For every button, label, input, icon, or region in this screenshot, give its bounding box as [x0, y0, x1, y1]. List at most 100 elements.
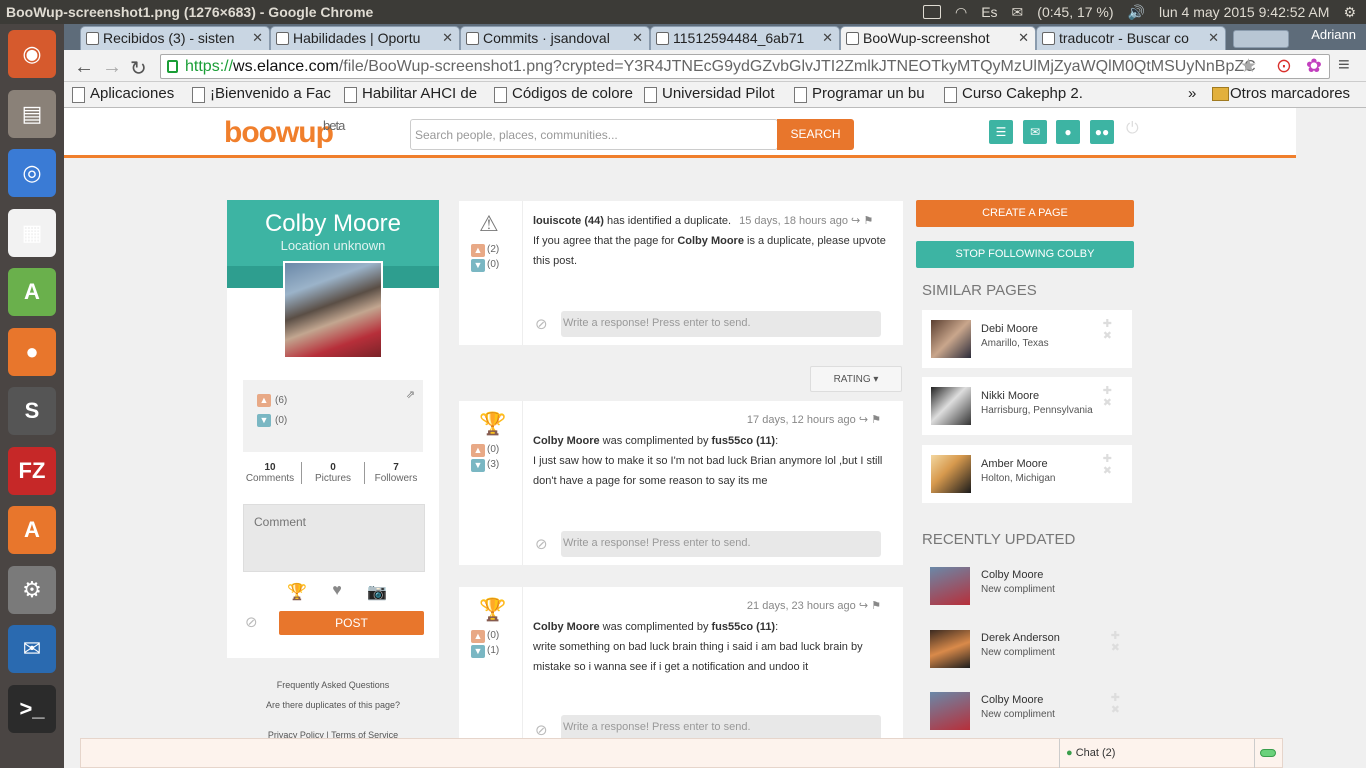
external-link-icon[interactable]: ⇗	[406, 388, 415, 401]
share-icon[interactable]: ↪	[859, 600, 868, 612]
list-icon[interactable]: ☰	[989, 120, 1013, 144]
close-icon[interactable]: ✕	[1208, 30, 1219, 46]
stat-followers[interactable]: 7 Followers	[365, 462, 427, 484]
tab-commits[interactable]: Commits · jsandoval ✕	[460, 26, 650, 50]
stat-pictures[interactable]: 0 Pictures	[302, 462, 365, 484]
similar-page-item[interactable]: Nikki Moore Harrisburg, Pennsylvania ✚ ✖	[922, 377, 1132, 435]
keyboard-layout-indicator[interactable]: Es	[981, 4, 997, 20]
similar-page-item[interactable]: Debi Moore Amarillo, Texas ✚ ✖	[922, 310, 1132, 368]
response-input[interactable]: Write a response! Press enter to send.	[561, 531, 881, 557]
camera-icon[interactable]: 📷	[367, 582, 387, 602]
add-remove-icon[interactable]: ✚ ✖	[1103, 385, 1112, 409]
apps-icon[interactable]: ▦	[8, 208, 56, 257]
android-studio-icon[interactable]: A	[8, 268, 56, 316]
bookmark-item[interactable]: Curso Cakephp 2.	[944, 85, 1083, 103]
upvote-icon[interactable]: ▲	[257, 394, 271, 407]
wifi-icon[interactable]: ◠	[955, 4, 967, 21]
flag-icon[interactable]: ⚑	[863, 215, 873, 227]
recent-item[interactable]: Derek Anderson New compliment ✚ ✖	[930, 630, 1130, 678]
volume-icon[interactable]: 🔊	[1128, 4, 1145, 21]
reload-icon[interactable]: ↻	[130, 56, 147, 81]
add-remove-icon[interactable]: ✚ ✖	[1111, 692, 1120, 716]
bookmark-item[interactable]: Códigos de colore	[494, 85, 633, 103]
boowup-logo[interactable]: boowup beta	[224, 116, 345, 150]
upvote-icon[interactable]: ▲	[471, 444, 485, 457]
bookmark-item[interactable]: Programar un bu	[794, 85, 925, 103]
add-remove-icon[interactable]: ✚ ✖	[1103, 453, 1112, 477]
response-input[interactable]: Write a response! Press enter to send.	[561, 311, 881, 337]
forward-arrow-icon[interactable]: →	[102, 56, 122, 79]
eye-slash-icon[interactable]: ⊘	[535, 721, 548, 739]
post-button[interactable]: POST	[279, 611, 424, 635]
close-icon[interactable]: ✕	[442, 30, 453, 46]
bookmark-item[interactable]: Habilitar AHCI de	[344, 85, 477, 103]
address-bar[interactable]: https://ws.elance.com/file/BooWup-screen…	[160, 54, 1330, 79]
bookmark-apps[interactable]: Aplicaciones	[72, 85, 174, 103]
post-author[interactable]: louiscote (44)	[533, 215, 604, 227]
downvote-icon[interactable]: ▼	[257, 414, 271, 427]
close-icon[interactable]: ✕	[632, 30, 643, 46]
back-arrow-icon[interactable]: ←	[74, 56, 94, 79]
bookmark-item[interactable]: ¡Bienvenido a Fac	[192, 85, 331, 103]
search-input[interactable]: Search people, places, communities...	[410, 119, 778, 150]
filezilla-icon[interactable]: FZ	[8, 446, 56, 495]
comment-field[interactable]	[243, 504, 425, 572]
flag-icon[interactable]: ⚑	[871, 600, 881, 612]
battery-icon-outline[interactable]	[922, 5, 941, 19]
tab-google-search[interactable]: traducotr - Buscar co ✕	[1036, 26, 1226, 50]
sublime-icon[interactable]: S	[8, 387, 56, 435]
close-icon[interactable]: ✕	[252, 30, 263, 46]
upvote-icon[interactable]: ▲	[471, 244, 485, 257]
software-center-icon[interactable]: A	[8, 506, 56, 554]
eye-slash-icon[interactable]: ⊘	[535, 535, 548, 553]
power-icon[interactable]: ⏻	[1126, 120, 1139, 138]
heart-icon[interactable]: ♥	[332, 582, 342, 602]
duplicates-link[interactable]: Are there duplicates of this page?	[227, 695, 439, 715]
create-page-button[interactable]: CREATE A PAGE	[916, 200, 1134, 227]
recent-item[interactable]: Colby Moore New compliment ✚ ✖	[930, 692, 1130, 740]
share-icon[interactable]: ↪	[859, 414, 868, 426]
chrome-icon[interactable]: ◎	[8, 149, 56, 197]
profile-name[interactable]: Adriann	[1311, 27, 1356, 42]
add-remove-icon[interactable]: ✚ ✖	[1103, 318, 1112, 342]
color-picker-icon[interactable]: ✿	[1306, 55, 1322, 78]
gear-icon[interactable]: ⚙	[1343, 4, 1356, 21]
files-icon[interactable]: ▤	[8, 89, 56, 138]
rating-dropdown[interactable]: RATING ▾	[810, 366, 902, 392]
stop-following-button[interactable]: STOP FOLLOWING COLBY	[916, 241, 1134, 268]
trophy-icon[interactable]: 🏆	[287, 582, 307, 602]
downvote-icon[interactable]: ▼	[471, 459, 485, 472]
chat-toggle[interactable]	[1260, 749, 1276, 757]
battery-status[interactable]: (0:45, 17 %)	[1037, 4, 1113, 20]
tab-boowup-screenshot[interactable]: BooWup-screenshot ✕	[840, 26, 1036, 50]
flag-icon[interactable]: ⚑	[871, 414, 881, 426]
tab-habilidades[interactable]: Habilidades | Oportu ✕	[270, 26, 460, 50]
tab-image[interactable]: 11512594484_6ab71 ✕	[650, 26, 840, 50]
close-icon[interactable]: ✕	[822, 30, 833, 46]
mail-icon[interactable]: ✉	[1012, 4, 1024, 21]
similar-page-item[interactable]: Amber Moore Holton, Michigan ✚ ✖	[922, 445, 1132, 503]
star-icon[interactable]: ★	[1240, 55, 1257, 78]
stat-comments[interactable]: 10 Comments	[239, 462, 302, 484]
bookmark-item[interactable]: Universidad Pilot	[644, 85, 775, 103]
menu-icon[interactable]: ≡	[1338, 54, 1350, 77]
terminal-icon[interactable]: >_	[8, 684, 56, 733]
share-icon[interactable]: ↪	[851, 215, 860, 227]
group-icon[interactable]: ●●	[1090, 120, 1114, 144]
recent-item[interactable]: Colby Moore New compliment	[930, 567, 1130, 615]
search-button[interactable]: SEARCH	[777, 119, 854, 150]
upvote-icon[interactable]: ▲	[471, 630, 485, 643]
settings-icon[interactable]: ⚙	[8, 565, 56, 614]
eye-slash-icon[interactable]: ⊘	[535, 315, 548, 333]
firefox-icon[interactable]: ●	[8, 327, 56, 376]
add-remove-icon[interactable]: ✚ ✖	[1111, 630, 1120, 654]
more-bookmarks[interactable]: »	[1188, 85, 1196, 102]
thunderbird-icon[interactable]: ✉	[8, 625, 56, 673]
downvote-icon[interactable]: ▼	[471, 645, 485, 658]
user-icon[interactable]: ●	[1056, 120, 1080, 144]
tab-gmail[interactable]: Recibidos (3) - sisten ✕	[80, 26, 270, 50]
other-bookmarks-folder[interactable]: Otros marcadores	[1212, 85, 1350, 102]
clock[interactable]: lun 4 may 2015 9:42:52 AM	[1159, 4, 1329, 20]
downvote-icon[interactable]: ▼	[471, 259, 485, 272]
adblock-icon[interactable]: ⊙	[1276, 55, 1292, 78]
